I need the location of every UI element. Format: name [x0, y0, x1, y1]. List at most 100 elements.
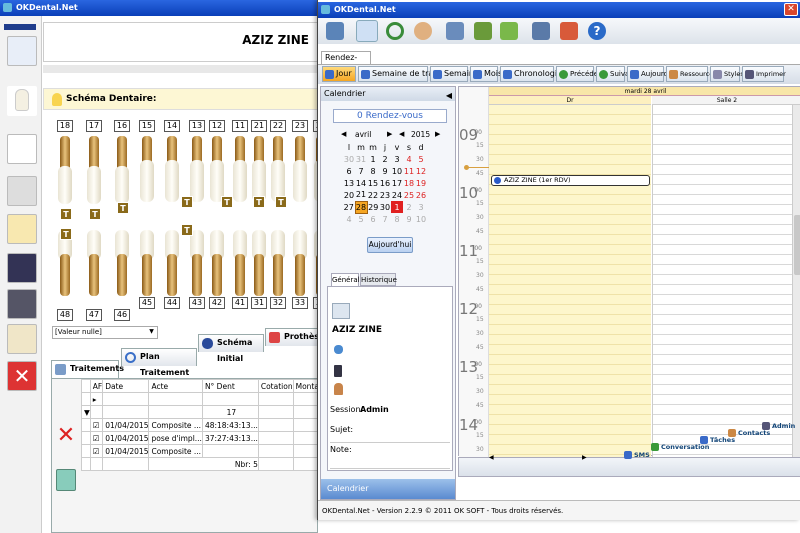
- tab-prothese[interactable]: Prothèse: [265, 328, 324, 346]
- calendar-day[interactable]: 19: [415, 177, 427, 189]
- treatment-marker-icon[interactable]: T: [275, 196, 287, 208]
- today-button[interactable]: Aujourd'hui: [367, 237, 413, 253]
- calendar-day[interactable]: 31: [355, 153, 367, 165]
- calendar-day[interactable]: 4: [343, 213, 355, 225]
- tab-semaine[interactable]: Semaine: [430, 66, 479, 82]
- expand-icon[interactable]: ▸: [89, 392, 104, 406]
- value-dropdown[interactable]: [Valeur nulle] ▼: [52, 326, 158, 339]
- tab-historique[interactable]: Historique: [360, 273, 397, 286]
- document-icon[interactable]: [7, 134, 37, 164]
- today-tab-button[interactable]: Aujourd'hui: [627, 66, 681, 82]
- help-icon[interactable]: ?: [588, 22, 606, 40]
- right-titlebar[interactable]: OKDental.Net: [318, 2, 800, 18]
- tooth-48[interactable]: 48: [57, 230, 73, 325]
- tab-mois[interactable]: Mois: [470, 66, 502, 82]
- treatment-marker-icon[interactable]: T: [181, 196, 193, 208]
- calendar-bottom-bar[interactable]: Calendrier: [321, 479, 455, 499]
- treatment-marker-icon[interactable]: T: [221, 196, 233, 208]
- camera-icon[interactable]: [7, 253, 37, 283]
- tooth-46[interactable]: 46: [114, 230, 130, 325]
- next-month-icon[interactable]: ▶: [387, 130, 392, 138]
- tooth-icon[interactable]: [7, 86, 37, 116]
- prev-year-icon[interactable]: ◀: [399, 130, 404, 138]
- calendar-day[interactable]: 8: [367, 165, 379, 177]
- calendar-day[interactable]: 21: [355, 189, 367, 201]
- tooth-45[interactable]: 45: [139, 230, 155, 325]
- prev-month-icon[interactable]: ◀: [341, 130, 346, 138]
- tooth-44[interactable]: 44: [164, 230, 180, 325]
- table-filter-row[interactable]: ▸10: [81, 392, 328, 406]
- calendar-day[interactable]: 2: [403, 201, 415, 213]
- tab-rendez-vous[interactable]: Rendez-vous: [321, 51, 371, 74]
- calendar-day[interactable]: 30: [343, 153, 355, 165]
- user-icon[interactable]: [414, 22, 432, 40]
- subject-field[interactable]: [330, 435, 450, 443]
- calendar-day[interactable]: 4: [403, 153, 415, 165]
- schedule-column-salle2[interactable]: [652, 105, 792, 457]
- calendar-day[interactable]: 10: [415, 213, 427, 225]
- calendar-day[interactable]: 10: [391, 165, 403, 177]
- treatment-marker-icon[interactable]: T: [60, 228, 72, 240]
- calendar-day[interactable]: 28: [354, 200, 368, 214]
- tooth-12[interactable]: 12: [209, 120, 225, 230]
- treatment-marker-icon[interactable]: T: [253, 196, 265, 208]
- calendar-day[interactable]: 17: [391, 177, 403, 189]
- calendar-day[interactable]: 2: [379, 153, 391, 165]
- calendar-day[interactable]: 22: [367, 189, 379, 201]
- table-row[interactable]: ☑ 01/04/2015 Composite ...: [81, 444, 328, 458]
- calendar-day[interactable]: 24: [391, 189, 403, 201]
- xray-icon[interactable]: [7, 289, 37, 319]
- tooth-14[interactable]: 14: [164, 120, 180, 230]
- print-icon[interactable]: [56, 469, 76, 491]
- next-year-icon[interactable]: ▶: [435, 130, 440, 138]
- tab-semaine-travail[interactable]: Semaine de travail: [358, 66, 447, 82]
- table-row[interactable]: ☑ 01/04/2015 Composite ... 48:18:43:13...: [81, 418, 328, 432]
- patient-card-icon[interactable]: [7, 36, 37, 66]
- tab-plan-traitement[interactable]: Plan Traitement: [121, 348, 197, 377]
- scroll-right-icon[interactable]: ▶: [582, 454, 588, 461]
- tooth-42[interactable]: 42: [209, 230, 225, 325]
- calendar-day[interactable]: 30: [379, 201, 391, 213]
- tooth-icon[interactable]: [356, 20, 378, 42]
- tooth-47[interactable]: 47: [86, 230, 102, 325]
- tooth-32[interactable]: 32: [270, 230, 286, 325]
- print-button[interactable]: Imprimer: [742, 66, 786, 82]
- delete-icon[interactable]: ✕: [54, 424, 78, 448]
- refresh-icon[interactable]: [386, 22, 404, 40]
- collapse-icon[interactable]: ◀: [446, 89, 452, 103]
- note-field[interactable]: [330, 455, 450, 469]
- tooth-33[interactable]: 33: [292, 230, 308, 325]
- tooth-41[interactable]: 41: [232, 230, 248, 325]
- calendar-day[interactable]: 29: [367, 201, 379, 213]
- calendar-day[interactable]: 5: [415, 153, 427, 165]
- tooth-13[interactable]: 13: [189, 120, 205, 230]
- styles-button[interactable]: Styles: [710, 66, 744, 82]
- tooth-23[interactable]: 23: [292, 120, 308, 230]
- calendar-day[interactable]: 16: [379, 177, 391, 189]
- vertical-scrollbar[interactable]: [792, 105, 800, 457]
- close-button[interactable]: ✕: [784, 3, 798, 16]
- id-card-icon[interactable]: [7, 214, 37, 244]
- schedule-column-dr[interactable]: [489, 105, 651, 457]
- table-row[interactable]: ☑01/04/2015pose d'impl...37:27:43:13...2…: [81, 431, 328, 445]
- calendar-day[interactable]: 27: [343, 201, 355, 213]
- tooth-15[interactable]: 15: [139, 120, 155, 230]
- left-titlebar[interactable]: OKDental.Net: [0, 0, 318, 16]
- tab-general[interactable]: Général: [331, 273, 360, 286]
- scroll-left-icon[interactable]: ◀: [489, 454, 495, 461]
- calendar-day[interactable]: 6: [367, 213, 379, 225]
- tools-icon[interactable]: [474, 22, 492, 40]
- tooth-43[interactable]: 43: [189, 230, 205, 325]
- treatment-marker-icon[interactable]: T: [60, 208, 72, 220]
- tooth-31[interactable]: 31: [251, 230, 267, 325]
- tooth-22[interactable]: 22: [270, 120, 286, 230]
- calendar-day[interactable]: 1: [367, 153, 379, 165]
- calendar-day[interactable]: 13: [343, 177, 355, 189]
- resources-button[interactable]: Ressources: [666, 66, 717, 82]
- agenda-icon[interactable]: [326, 22, 344, 40]
- calendar-day[interactable]: 11: [403, 165, 415, 177]
- checkbox[interactable]: ☑: [89, 431, 104, 445]
- calendar-day[interactable]: 1: [391, 201, 403, 213]
- next-button[interactable]: Suivant: [596, 66, 636, 82]
- calendar-day[interactable]: 9: [379, 165, 391, 177]
